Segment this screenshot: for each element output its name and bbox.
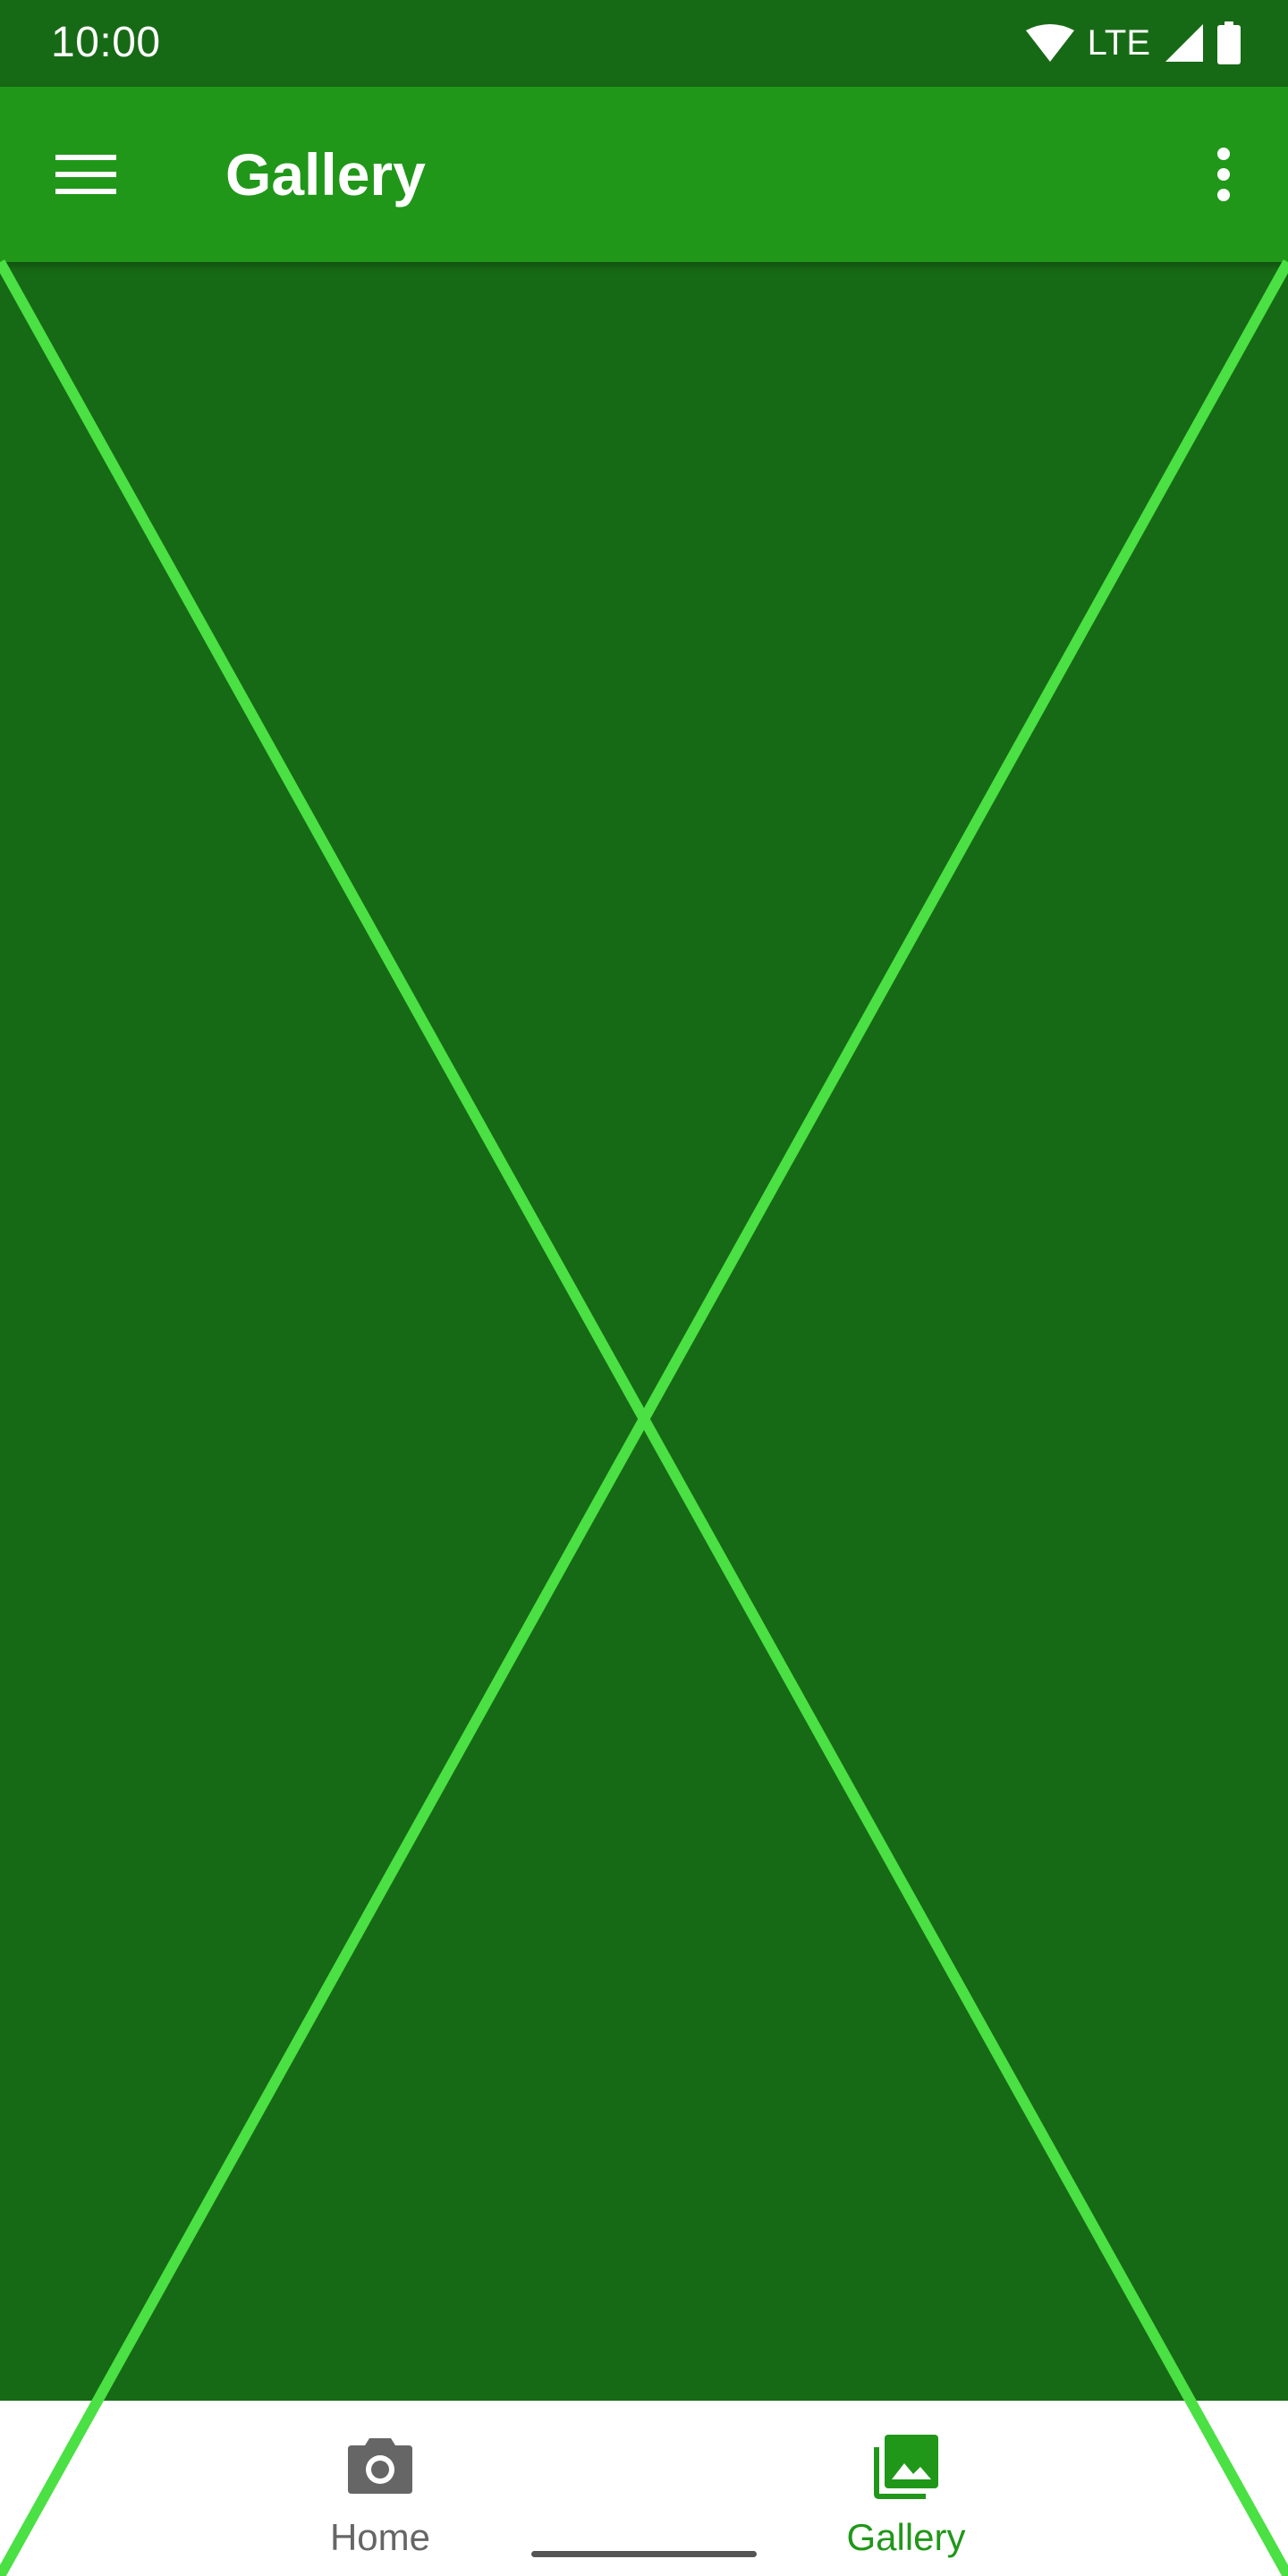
- nav-label-gallery: Gallery: [846, 2516, 966, 2558]
- battery-icon: [1217, 21, 1241, 64]
- nav-item-gallery[interactable]: Gallery: [745, 2401, 1067, 2576]
- bottom-navigation: Home Gallery: [0, 2401, 1288, 2576]
- more-options-button[interactable]: [1181, 131, 1267, 217]
- gallery-content: [0, 262, 1288, 2401]
- app-bar: Gallery: [0, 87, 1288, 262]
- photo-library-icon: [874, 2435, 938, 2499]
- screen: 10:00 LTE Gallery Home Gallery: [0, 0, 1288, 2576]
- status-icons: LTE: [1025, 20, 1241, 66]
- cell-signal-icon: [1165, 24, 1203, 62]
- network-type-label: LTE: [1087, 23, 1150, 63]
- status-bar: 10:00 LTE: [0, 0, 1288, 87]
- status-time: 10:00: [51, 19, 161, 66]
- app-bar-title: Gallery: [225, 141, 426, 208]
- nav-label-home: Home: [329, 2516, 431, 2558]
- gesture-navigation-handle[interactable]: [531, 2551, 757, 2557]
- menu-icon: [55, 155, 116, 194]
- more-vert-icon: [1217, 148, 1230, 201]
- menu-button[interactable]: [43, 131, 129, 217]
- camera-icon: [348, 2438, 412, 2494]
- nav-item-home[interactable]: Home: [219, 2401, 541, 2576]
- wifi-icon: [1025, 24, 1074, 62]
